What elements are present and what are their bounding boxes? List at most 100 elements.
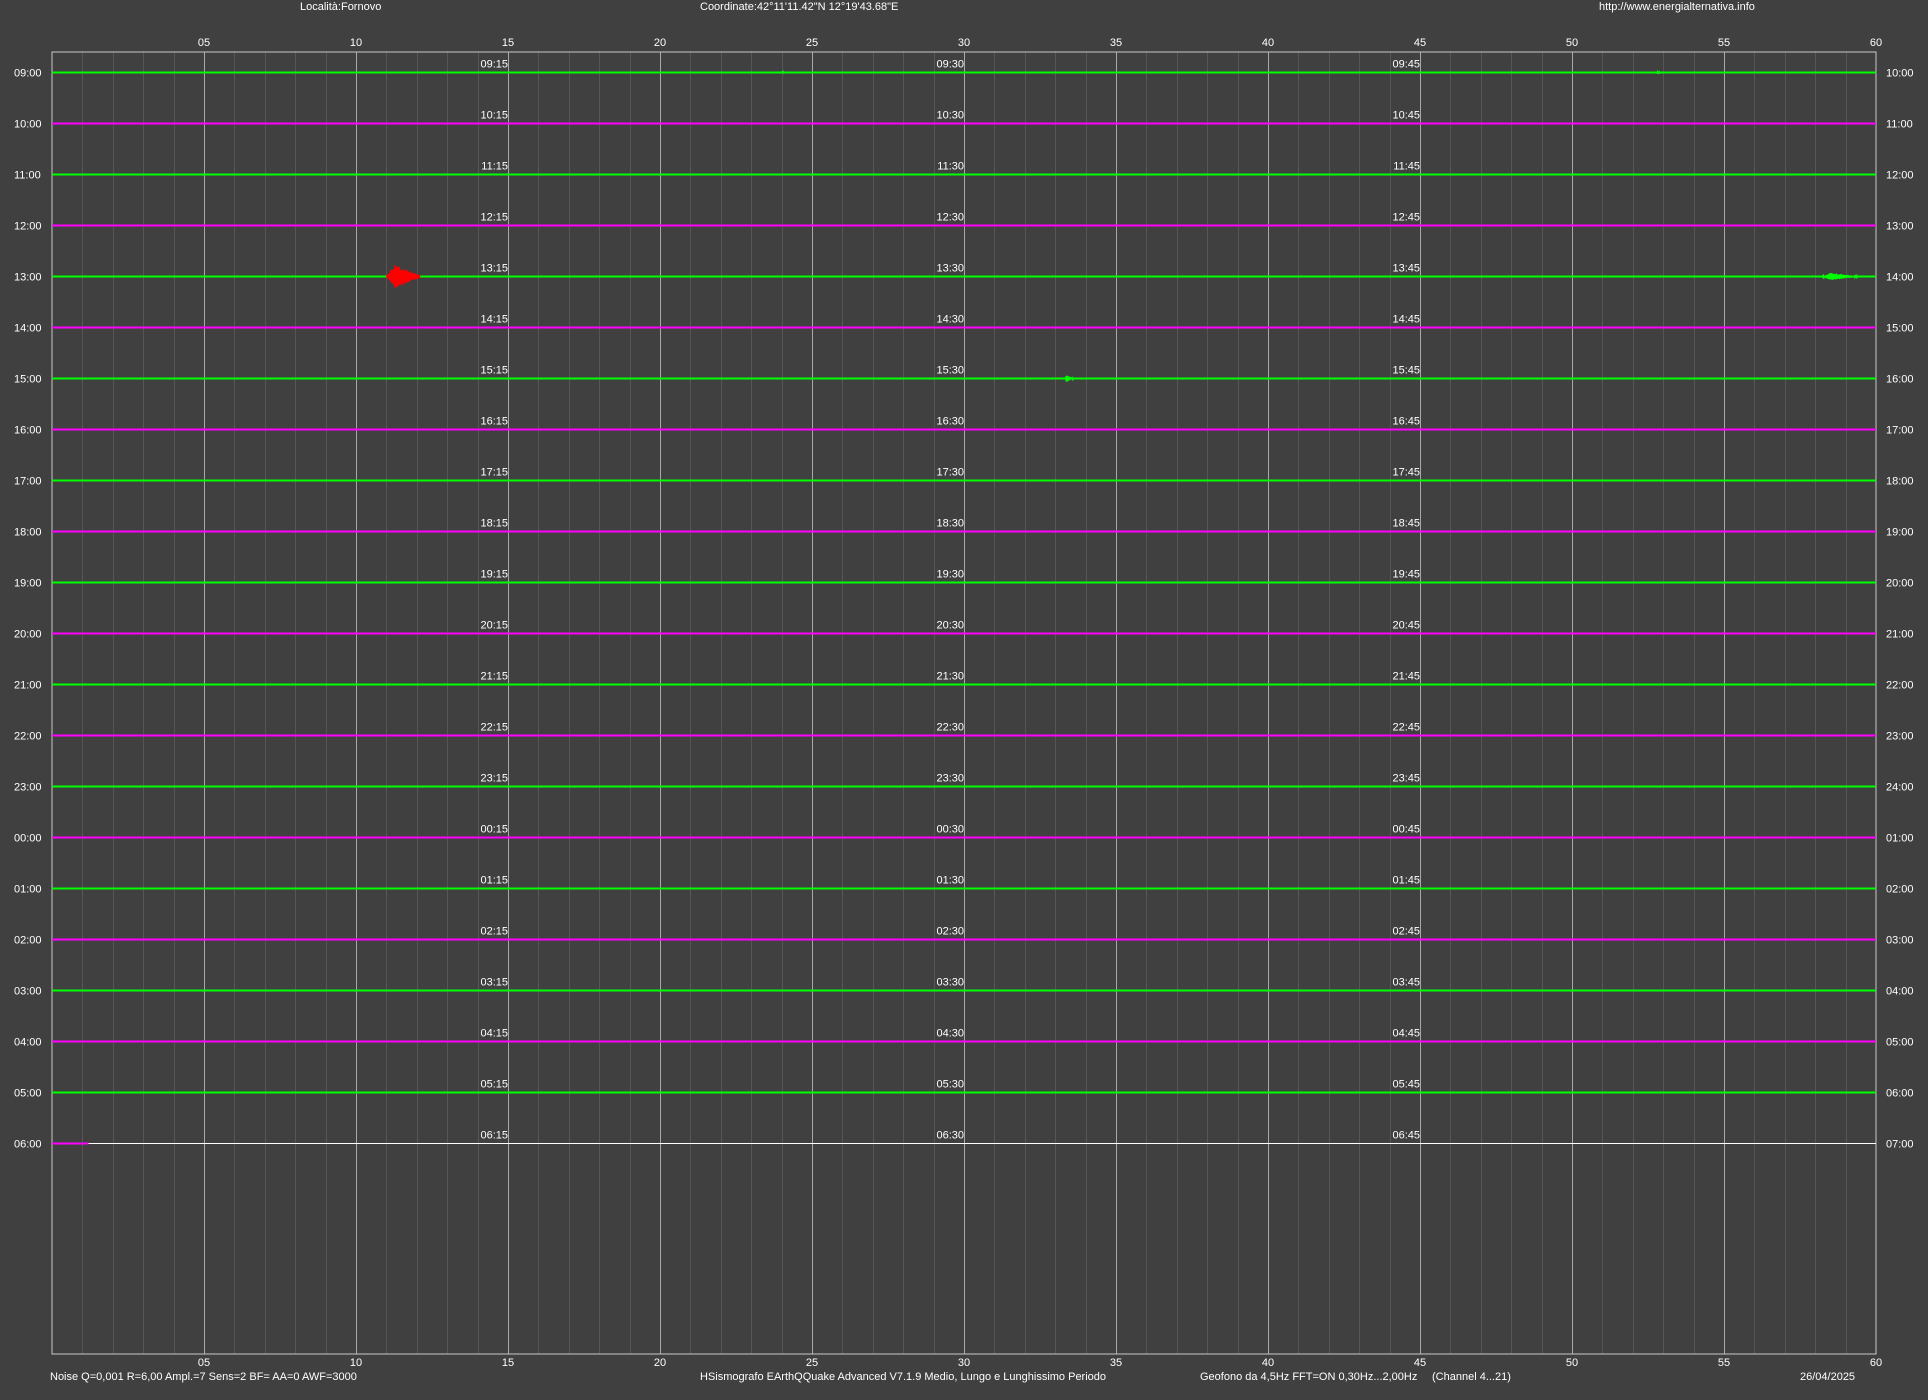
quarter-label-45: 05:45: [1392, 1079, 1420, 1091]
quarter-label-15: 16:15: [480, 416, 508, 428]
quarter-label-30: 20:30: [936, 620, 964, 632]
quarter-label-45: 00:45: [1392, 824, 1420, 836]
quarter-label-15: 14:15: [480, 314, 508, 326]
row-time-left: 16:00: [14, 425, 42, 437]
quarter-label-45: 20:45: [1392, 620, 1420, 632]
row-time-right: 14:00: [1886, 272, 1914, 284]
row-time-left: 05:00: [14, 1088, 42, 1100]
quarter-label-45: 14:45: [1392, 314, 1420, 326]
row-time-left: 06:00: [14, 1139, 42, 1151]
quarter-label-30: 09:30: [936, 59, 964, 71]
row-time-left: 21:00: [14, 680, 42, 692]
quarter-label-45: 03:45: [1392, 977, 1420, 989]
row-time-right: 16:00: [1886, 374, 1914, 386]
row-time-left: 20:00: [14, 629, 42, 641]
row-time-right: 15:00: [1886, 323, 1914, 335]
quarter-label-15: 10:15: [480, 110, 508, 122]
x-tick-label-top: 40: [1262, 37, 1274, 49]
quarter-label-30: 23:30: [936, 773, 964, 785]
row-time-left: 17:00: [14, 476, 42, 488]
x-tick-label-top: 60: [1870, 37, 1882, 49]
sensor-label: Geofono da 4,5Hz FFT=ON 0,30Hz...2,00Hz: [1200, 1371, 1418, 1383]
row-time-right: 02:00: [1886, 884, 1914, 896]
x-tick-label-bottom: 35: [1110, 1357, 1122, 1369]
quarter-label-15: 15:15: [480, 365, 508, 377]
row-time-right: 17:00: [1886, 425, 1914, 437]
row-time-left: 02:00: [14, 935, 42, 947]
row-time-right: 24:00: [1886, 782, 1914, 794]
quarter-label-15: 13:15: [480, 263, 508, 275]
quarter-label-30: 22:30: [936, 722, 964, 734]
software-label: HSismografo EArthQQuake Advanced V7.1.9 …: [700, 1371, 1107, 1383]
x-tick-label-top: 25: [806, 37, 818, 49]
quarter-label-30: 11:30: [937, 161, 964, 173]
x-tick-label-top: 45: [1414, 37, 1426, 49]
row-time-right: 18:00: [1886, 476, 1914, 488]
noise-params-label: Noise Q=0,001 R=6,00 Ampl.=7 Sens=2 BF= …: [50, 1371, 357, 1383]
row-time-right: 06:00: [1886, 1088, 1914, 1100]
quarter-label-15: 04:15: [480, 1028, 508, 1040]
row-time-left: 19:00: [14, 578, 42, 590]
date-label: 26/04/2025: [1800, 1371, 1856, 1383]
row-time-right: 21:00: [1886, 629, 1914, 641]
quarter-label-15: 19:15: [480, 569, 508, 581]
x-tick-label-bottom: 15: [502, 1357, 514, 1369]
row-time-left: 14:00: [14, 323, 42, 335]
row-time-right: 22:00: [1886, 680, 1914, 692]
quarter-label-15: 02:15: [480, 926, 508, 938]
row-time-left: 12:00: [14, 221, 42, 233]
row-time-left: 09:00: [14, 68, 42, 80]
row-time-right: 20:00: [1886, 578, 1914, 590]
quarter-label-45: 16:45: [1392, 416, 1420, 428]
quarter-label-15: 09:15: [480, 59, 508, 71]
row-time-left: 23:00: [14, 782, 42, 794]
quarter-label-45: 06:45: [1392, 1130, 1420, 1142]
x-tick-label-top: 35: [1110, 37, 1122, 49]
seismogram-chart: 05 05 10 10 15 15 20 20 25 25 30 30 35 35 40 40 45 45 50 50…: [0, 0, 1928, 1400]
quarter-label-30: 06:30: [936, 1130, 964, 1142]
quarter-label-45: 13:45: [1392, 263, 1420, 275]
quarter-label-45: 11:45: [1393, 161, 1420, 173]
x-tick-label-bottom: 30: [958, 1357, 970, 1369]
quarter-label-15: 05:15: [480, 1079, 508, 1091]
quarter-label-15: 23:15: [480, 773, 508, 785]
quarter-label-45: 09:45: [1392, 59, 1420, 71]
quarter-label-30: 14:30: [936, 314, 964, 326]
row-time-right: 07:00: [1886, 1139, 1914, 1151]
row-time-left: 18:00: [14, 527, 42, 539]
quarter-label-30: 12:30: [936, 212, 964, 224]
x-tick-label-bottom: 05: [198, 1357, 210, 1369]
quarter-label-30: 00:30: [936, 824, 964, 836]
quarter-label-30: 17:30: [936, 467, 964, 479]
x-tick-label-top: 30: [958, 37, 970, 49]
row-time-right: 12:00: [1886, 170, 1914, 182]
quarter-label-15: 17:15: [480, 467, 508, 479]
quarter-label-45: 19:45: [1392, 569, 1420, 581]
quarter-label-45: 22:45: [1392, 722, 1420, 734]
row-time-right: 05:00: [1886, 1037, 1914, 1049]
x-tick-label-top: 55: [1718, 37, 1730, 49]
row-time-left: 00:00: [14, 833, 42, 845]
quarter-label-15: 18:15: [480, 518, 508, 530]
quarter-label-15: 00:15: [480, 824, 508, 836]
quarter-label-30: 05:30: [936, 1079, 964, 1091]
quarter-label-30: 15:30: [936, 365, 964, 377]
x-tick-label-bottom: 20: [654, 1357, 666, 1369]
row-time-right: 01:00: [1886, 833, 1914, 845]
quarter-label-15: 21:15: [480, 671, 508, 683]
x-tick-label-bottom: 10: [350, 1357, 362, 1369]
quarter-label-45: 04:45: [1392, 1028, 1420, 1040]
quarter-label-15: 11:15: [481, 161, 508, 173]
quarter-label-15: 12:15: [480, 212, 508, 224]
row-time-left: 11:00: [14, 170, 41, 182]
quarter-label-45: 23:45: [1392, 773, 1420, 785]
row-time-left: 15:00: [14, 374, 42, 386]
row-time-left: 01:00: [14, 884, 42, 896]
x-tick-label-top: 50: [1566, 37, 1578, 49]
x-tick-label-bottom: 40: [1262, 1357, 1274, 1369]
quarter-label-45: 18:45: [1392, 518, 1420, 530]
x-tick-label-bottom: 45: [1414, 1357, 1426, 1369]
seismic-event-mark: [1656, 69, 1661, 75]
quarter-label-15: 22:15: [480, 722, 508, 734]
website-link[interactable]: http://www.energialternativa.info: [1599, 1, 1755, 13]
